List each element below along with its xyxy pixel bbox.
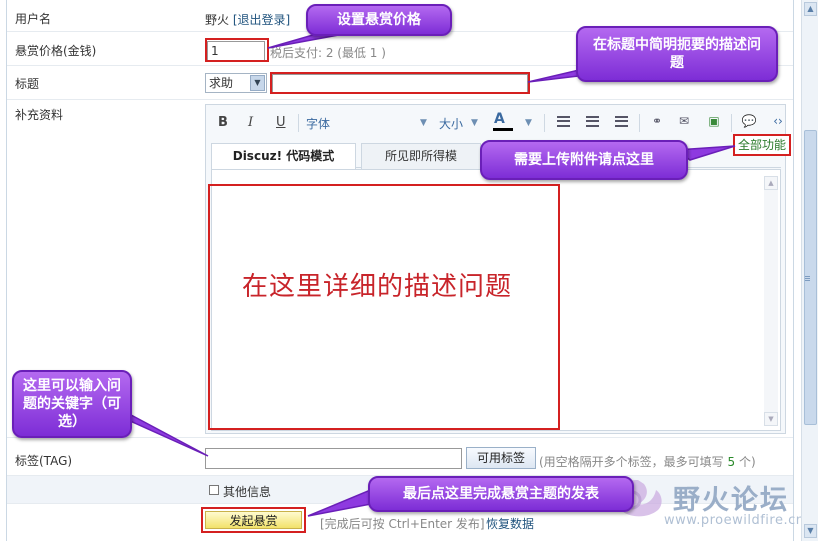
submit-hint: [完成后可按 Ctrl+Enter 发布] <box>320 517 485 531</box>
toolbar-divider <box>731 114 732 132</box>
submit-button-label: 发起悬赏 <box>205 511 302 529</box>
price-hint: 税后支付: 2 (最低 1 ) <box>270 46 386 60</box>
align-center-icon[interactable] <box>586 116 599 127</box>
tag-hint-count: 5 <box>727 455 736 469</box>
text-color-button[interactable]: A <box>494 111 505 127</box>
callout-keywords: 这里可以输入问题的关键字（可选） <box>12 370 132 438</box>
watermark-url: www.proewildfire.cn <box>664 513 805 528</box>
scroll-thumb[interactable] <box>804 130 817 425</box>
title-label: 标题 <box>15 77 40 91</box>
toolbar-divider <box>639 114 640 132</box>
bold-button[interactable]: B <box>218 115 228 130</box>
callout-title-description: 在标题中简明扼要的描述问题 <box>576 26 778 82</box>
detail-description-note: 在这里详细的描述问题 <box>242 272 513 302</box>
image-icon[interactable]: ▣ <box>706 114 722 128</box>
username-value: 野火 [退出登录] <box>205 11 290 28</box>
username-label: 用户名 <box>15 12 52 26</box>
restore-data-link[interactable]: 恢复数据 <box>486 515 534 532</box>
chevron-down-icon[interactable]: ▼ <box>525 118 532 128</box>
title-highlight-box <box>270 72 530 94</box>
watermark-title: 野火论坛 <box>673 485 789 516</box>
other-info-checkbox[interactable] <box>209 485 219 495</box>
tag-label: 标签(TAG) <box>15 454 73 468</box>
tag-input[interactable] <box>205 448 462 469</box>
scroll-grip-icon <box>805 276 810 277</box>
scroll-down-icon[interactable]: ▼ <box>764 412 778 426</box>
font-dropdown[interactable]: 字体 <box>306 115 330 132</box>
all-features-button[interactable]: 全部功能 <box>733 134 792 156</box>
supplement-label: 补充资料 <box>15 108 64 122</box>
editor-toolbar: B I U 字体 ▼ 大小 ▼ A ▼ ⚭ ✉ ▣ 💬 ‹› <box>206 105 785 139</box>
align-right-icon[interactable] <box>615 116 628 127</box>
tab-wysiwyg-mode[interactable]: 所见即所得模式 <box>361 143 481 187</box>
tag-hint-prefix: (用空格隔开多个标签，最多可填写 <box>539 455 724 469</box>
align-left-icon[interactable] <box>557 116 570 127</box>
callout-upload-hint: 需要上传附件请点这里 <box>480 140 688 180</box>
submit-button[interactable]: 发起悬赏 <box>201 507 306 533</box>
underline-button[interactable]: U <box>276 115 286 130</box>
code-icon[interactable]: ‹› <box>770 114 786 128</box>
color-swatch <box>493 128 513 131</box>
italic-button[interactable]: I <box>248 115 253 130</box>
tag-hint-suffix: 个) <box>738 455 756 469</box>
category-select[interactable]: 求助 ▼ <box>205 73 267 93</box>
tab-code-mode[interactable]: Discuz! 代码模式 <box>211 143 356 169</box>
page-scrollbar[interactable]: ▲ ▼ <box>801 0 818 541</box>
quote-icon[interactable]: 💬 <box>741 114 757 128</box>
content-highlight-box <box>208 184 560 430</box>
category-selected: 求助 <box>209 76 234 90</box>
callout-final-submit: 最后点这里完成悬赏主题的发表 <box>368 476 634 512</box>
toolbar-divider <box>298 114 299 132</box>
size-dropdown[interactable]: 大小 <box>439 115 463 132</box>
scroll-up-icon[interactable]: ▲ <box>804 2 817 16</box>
username-text: 野火 <box>205 13 230 27</box>
logout-link[interactable]: [退出登录] <box>233 13 290 27</box>
price-label: 悬赏价格(金钱) <box>15 44 97 58</box>
chevron-down-icon[interactable]: ▼ <box>420 118 427 128</box>
chevron-down-icon: ▼ <box>250 75 265 91</box>
callout-set-price: 设置悬赏价格 <box>306 4 452 36</box>
email-icon[interactable]: ✉ <box>676 114 692 128</box>
tag-hint: (用空格隔开多个标签，最多可填写 5 个) <box>539 453 756 470</box>
chevron-down-icon[interactable]: ▼ <box>471 118 478 128</box>
textarea-scrollbar[interactable]: ▲ ▼ <box>764 176 778 426</box>
link-icon[interactable]: ⚭ <box>649 114 665 128</box>
scroll-down-icon[interactable]: ▼ <box>804 524 817 538</box>
other-info-label[interactable]: 其他信息 <box>223 483 271 500</box>
price-highlight-box <box>205 38 269 62</box>
available-tags-button[interactable]: 可用标签 <box>466 447 536 469</box>
toolbar-divider <box>544 114 545 132</box>
scroll-up-icon[interactable]: ▲ <box>764 176 778 190</box>
